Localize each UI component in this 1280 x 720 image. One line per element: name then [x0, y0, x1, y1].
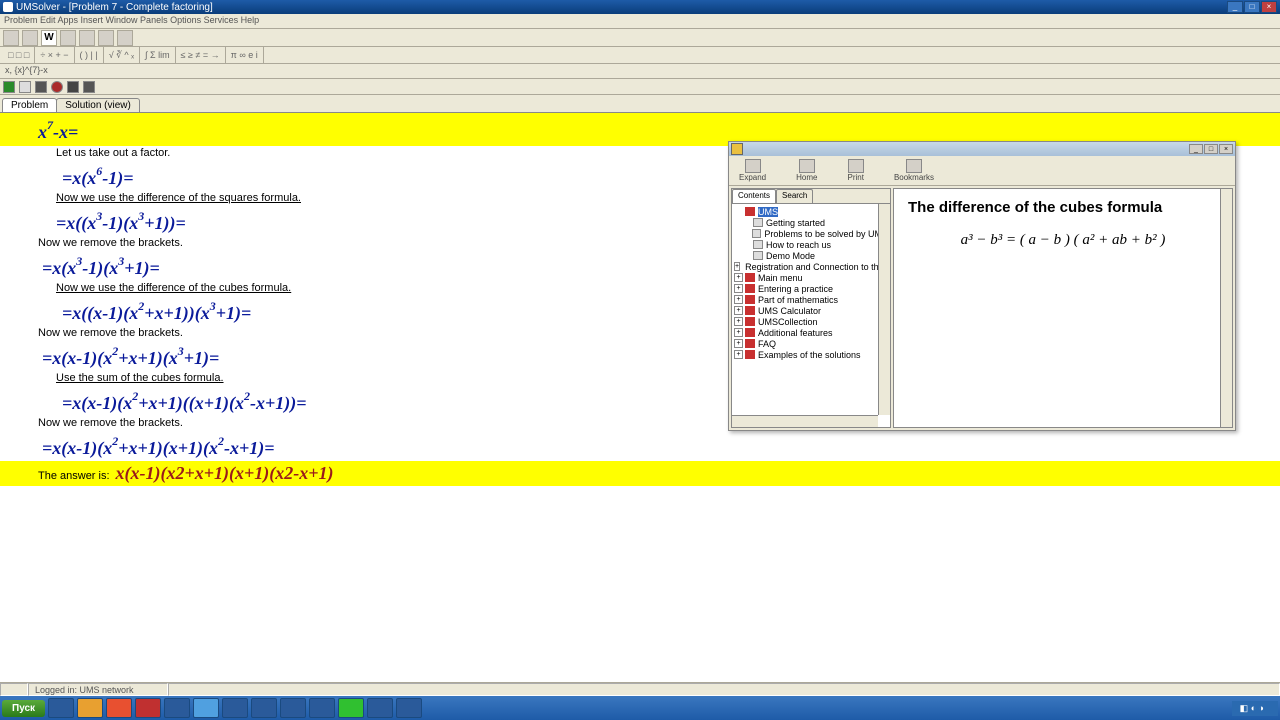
app-icon	[3, 2, 13, 12]
help-tab-contents[interactable]: Contents	[732, 189, 776, 203]
help-tree-item[interactable]: UMS	[734, 206, 888, 217]
taskbar: Пуск ◧ ◐ ◑	[0, 696, 1280, 720]
help-tree-item[interactable]: +UMSCollection	[734, 316, 888, 327]
taskbar-item[interactable]	[77, 698, 103, 718]
help-home-button[interactable]: Home	[796, 159, 817, 182]
help-print-button[interactable]: Print	[847, 159, 863, 182]
help-tab-search[interactable]: Search	[776, 189, 813, 203]
titlebar: UMSolver - [Problem 7 - Complete factori…	[0, 0, 1280, 14]
help-toolbar: Expand Home Print Bookmarks	[729, 156, 1235, 186]
next-button[interactable]	[83, 81, 95, 93]
help-window: _ □ × Expand Home Print Bookmarks Conten…	[728, 141, 1236, 431]
help-tree-item[interactable]: +Examples of the solutions	[734, 349, 888, 360]
toolbar-button[interactable]	[79, 30, 95, 46]
help-icon	[731, 143, 743, 155]
toolbar-main: W	[0, 29, 1280, 47]
help-content: The difference of the cubes formula a³ −…	[893, 188, 1233, 428]
taskbar-item[interactable]	[280, 698, 306, 718]
taskbar-item[interactable]	[48, 698, 74, 718]
toolbar-math[interactable]: □ □ □ ÷ × + − ( ) | | √ ∛ ^ ₓ ∫ Σ lim ≤ …	[0, 47, 1280, 64]
toolbar-button[interactable]	[60, 30, 76, 46]
answer-row: The answer is: x(x-1)(x2+x+1)(x+1)(x2-x+…	[0, 461, 1280, 486]
math-step: =x(x-1)(x2+x+1)(x+1)(x2-x+1)=	[0, 430, 1280, 461]
window-controls: _ □ ×	[1227, 1, 1277, 13]
help-titlebar[interactable]: _ □ ×	[729, 142, 1235, 156]
menu-bar[interactable]: Problem Edit Apps Insert Window Panels O…	[0, 14, 1280, 29]
system-tray[interactable]: ◧ ◐ ◑	[1232, 701, 1278, 716]
taskbar-item[interactable]	[251, 698, 277, 718]
prev-button[interactable]	[35, 81, 47, 93]
help-tree-item[interactable]: Demo Mode	[734, 250, 888, 261]
problem-expression: x7-x=	[38, 122, 78, 142]
help-tree-item[interactable]: Problems to be solved by UMS	[734, 228, 888, 239]
pause-button[interactable]	[67, 81, 79, 93]
help-content-formula: a³ − b³ = ( a − b ) ( a² + ab + b² )	[908, 232, 1218, 249]
help-content-title: The difference of the cubes formula	[908, 199, 1218, 216]
status-cell	[0, 683, 28, 696]
taskbar-item[interactable]	[135, 698, 161, 718]
help-bookmarks-button[interactable]: Bookmarks	[894, 159, 934, 182]
status-cell: Logged in: UMS network	[28, 683, 168, 696]
toolbar-button[interactable]	[3, 30, 19, 46]
help-maximize-button[interactable]: □	[1204, 144, 1218, 154]
playback-bar	[0, 79, 1280, 95]
toolbar-button[interactable]	[117, 30, 133, 46]
minimize-button[interactable]: _	[1227, 1, 1243, 13]
play-button[interactable]	[3, 81, 15, 93]
help-tree-item[interactable]: +FAQ	[734, 338, 888, 349]
help-tree-item[interactable]: +Registration and Connection to the UMS	[734, 261, 888, 272]
toolbar-button[interactable]	[22, 30, 38, 46]
help-tree-item[interactable]: +UMS Calculator	[734, 305, 888, 316]
math-group[interactable]: π ∞ e i	[226, 47, 264, 63]
status-cell	[168, 683, 1280, 696]
taskbar-item[interactable]	[309, 698, 335, 718]
help-tree-item[interactable]: Getting started	[734, 217, 888, 228]
help-content-scrollbar[interactable]	[1220, 189, 1232, 427]
math-group[interactable]: ÷ × + −	[35, 47, 74, 63]
math-group[interactable]: ( ) | |	[75, 47, 104, 63]
taskbar-item[interactable]	[193, 698, 219, 718]
stop-button[interactable]	[51, 81, 63, 93]
tree-vscrollbar[interactable]	[878, 204, 890, 415]
help-tree-item[interactable]: +Additional features	[734, 327, 888, 338]
step-button[interactable]	[19, 81, 31, 93]
help-tree: Contents Search UMSGetting startedProble…	[731, 188, 891, 428]
maximize-button[interactable]: □	[1244, 1, 1260, 13]
tree-hscrollbar[interactable]	[732, 415, 878, 427]
tab-solution[interactable]: Solution (view)	[56, 98, 140, 112]
tab-problem[interactable]: Problem	[2, 98, 57, 112]
answer-label: The answer is:	[38, 470, 110, 482]
help-minimize-button[interactable]: _	[1189, 144, 1203, 154]
taskbar-item[interactable]	[367, 698, 393, 718]
solution-content: x7-x= Let us take out a factor. =x(x6-1)…	[0, 112, 1280, 682]
tab-bar: Problem Solution (view)	[0, 95, 1280, 112]
toolbar-button[interactable]	[98, 30, 114, 46]
start-button[interactable]: Пуск	[2, 700, 45, 717]
answer-expression: x(x-1)(x2+x+1)(x+1)(x2-x+1)	[116, 463, 334, 484]
math-group[interactable]: √ ∛ ^ ₓ	[104, 47, 140, 63]
toolbar-button[interactable]: W	[41, 30, 57, 46]
math-group[interactable]: ≤ ≥ ≠ = →	[176, 47, 226, 63]
math-group[interactable]: ∫ Σ lim	[140, 47, 176, 63]
taskbar-item[interactable]	[396, 698, 422, 718]
help-close-button[interactable]: ×	[1219, 144, 1233, 154]
taskbar-item[interactable]	[106, 698, 132, 718]
taskbar-item[interactable]	[222, 698, 248, 718]
help-tree-item[interactable]: How to reach us	[734, 239, 888, 250]
close-button[interactable]: ×	[1261, 1, 1277, 13]
formula-bar[interactable]: x, {x}^{7}-x	[0, 64, 1280, 79]
taskbar-item[interactable]	[164, 698, 190, 718]
status-bar: Logged in: UMS network	[0, 682, 1280, 696]
taskbar-item[interactable]	[338, 698, 364, 718]
math-group[interactable]: □ □ □	[3, 47, 35, 63]
help-tree-item[interactable]: +Entering a practice	[734, 283, 888, 294]
window-title: UMSolver - [Problem 7 - Complete factori…	[16, 2, 213, 13]
help-tree-item[interactable]: +Main menu	[734, 272, 888, 283]
help-tree-item[interactable]: +Part of mathematics	[734, 294, 888, 305]
help-expand-button[interactable]: Expand	[739, 159, 766, 182]
